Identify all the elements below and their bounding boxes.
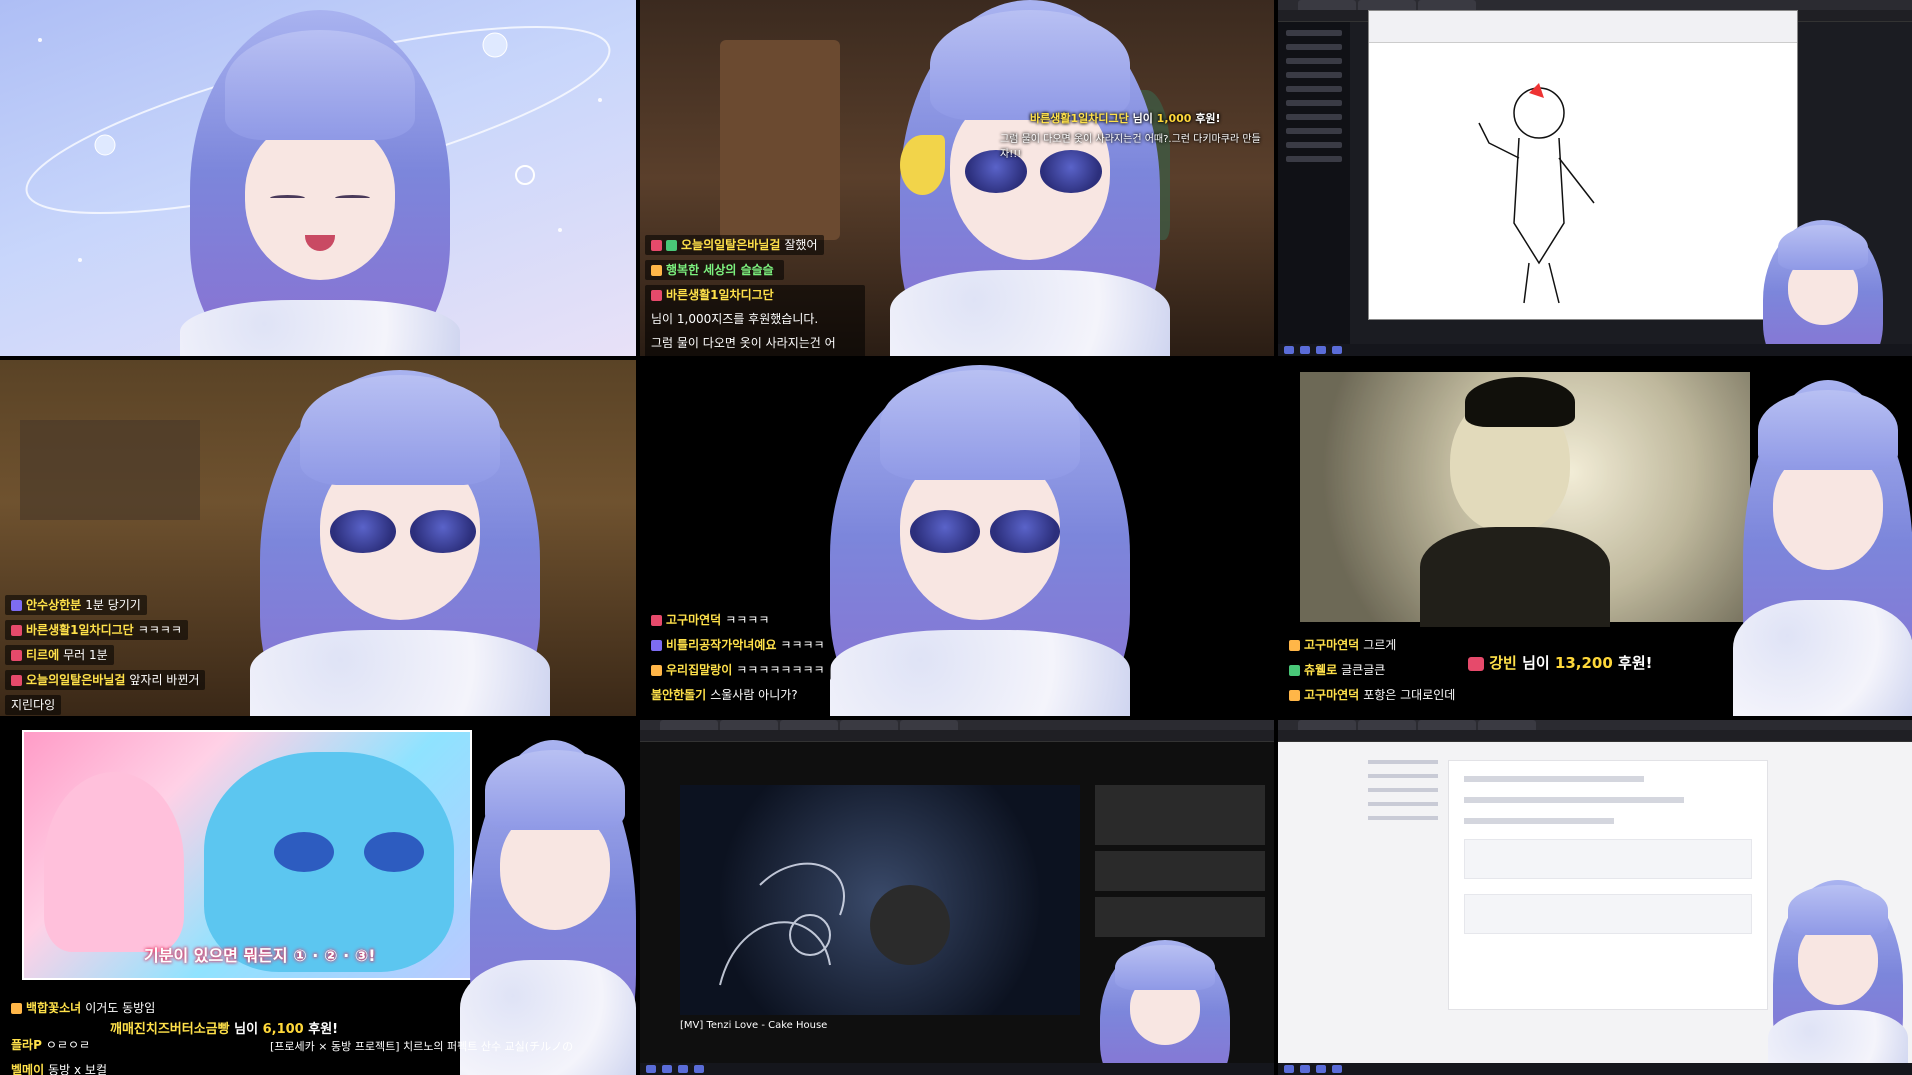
swirl-art [719, 862, 950, 986]
tile-drawing-app [1278, 0, 1912, 356]
taskbar [640, 1063, 1274, 1075]
donor-name: 바른생활1일차디그단 [1030, 112, 1129, 125]
vtuber-avatar [820, 360, 1140, 716]
shelf [20, 420, 200, 520]
tile-tavern-donation: 바른생활1일차디그단 님이 1,000 후원! 그럼 물이 다오면 옷이 사라지… [640, 0, 1274, 356]
donation-amount: 1,000 [1156, 112, 1192, 125]
chat-line: 안수상한분 1분 당기기 [5, 595, 147, 615]
donation-alert: 바른생활1일차디그단 님이 1,000 후원! [1030, 112, 1221, 125]
chat-line: 행복한 세상의 슬슬슬 [645, 260, 784, 280]
taskbar [1278, 1063, 1912, 1075]
tile-anime-video: 기분이 있으면 뭐든지 ① · ② · ③! 백합꽃소녀 이거도 동방임 깨매진치… [0, 720, 636, 1075]
chat-line: 오늘의일탈은바닐걸 앞자리 바뀐거 [5, 670, 206, 690]
donation-amount: 6,100 [262, 1022, 304, 1037]
paint-window [1368, 10, 1798, 320]
vtuber-avatar [460, 740, 636, 1075]
chat-overlay: 고구마연덕 ㅋㅋㅋㅋ 비틀리공작가악녀예요 ㅋㅋㅋㅋ 우리집말랑이 ㅋㅋㅋㅋㅋㅋㅋㅋ … [645, 610, 831, 710]
now-playing-ticker: [프로세카 × 동방 프로젝트] 치르노의 퍼펙트 산수 교실(チルノの [270, 1040, 574, 1053]
chat-line: 바른생활1일차디그단 님이 1,000지즈를 후원했습니다. 그럼 물이 다오면 옷… [645, 285, 865, 356]
donor-name: 깨매진치즈버터소금빵 [110, 1022, 230, 1037]
chat-overlay: 안수상한분 1분 당기기 바른생활1일차디그단 ㅋㅋㅋㅋ 티르에 무러 1분 오늘의일… [5, 595, 206, 716]
tile-black-chat: 고구마연덕 ㅋㅋㅋㅋ 비틀리공작가악녀예요 ㅋㅋㅋㅋ 우리집말랑이 ㅋㅋㅋㅋㅋㅋㅋㅋ … [640, 360, 1274, 716]
donor-name: 강빈 [1489, 654, 1517, 672]
vtuber-avatar [170, 10, 470, 356]
multi-stream-grid: 바른생활1일차디그단 님이 1,000 후원! 그럼 물이 다오면 옷이 사라지… [0, 0, 1912, 1075]
chat-overlay-lower: 플라P ㅇㄹㅇㄹ 벨메이 동방 x 보컬 [5, 1035, 114, 1075]
browser-chrome [640, 720, 1274, 742]
vtuber-avatar [1768, 880, 1908, 1075]
stool [720, 40, 840, 240]
tile-old-photo: 고구마연덕 그르게 츄웰로 글큰글큰 고구마연덕 포항은 그대로인데 강빈 님이 13… [1278, 360, 1912, 716]
donation-message: 그럼 물이 다오면 옷이 사라지는건 어때?.그런 다키마쿠라 만들자!!! [1000, 134, 1261, 160]
chat-line: 플라P ㅇㄹㅇㄹ [5, 1035, 97, 1055]
yellow-beak [900, 135, 945, 195]
chat-line: 불안한돌기 스울사람 아니가? [645, 685, 804, 705]
chat-line: 고구마연덕 ㅋㅋㅋㅋ [645, 610, 776, 630]
video-title: [MV] Tenzi Love - Cake House [680, 1020, 828, 1031]
video-frame: 기분이 있으면 뭐든지 ① · ② · ③! [22, 730, 472, 980]
taskbar [1278, 344, 1912, 356]
chat-line: 비틀리공작가악녀예요 ㅋㅋㅋㅋ [645, 635, 831, 655]
chat-line: 고구마연덕 그르게 [1283, 635, 1403, 655]
vtuber-avatar [250, 360, 550, 716]
donation-amount: 13,200 [1554, 654, 1613, 672]
chat-overlay: 고구마연덕 그르게 츄웰로 글큰글큰 고구마연덕 포항은 그대로인데 [1283, 635, 1462, 710]
tile-web-page [1278, 720, 1912, 1075]
left-nav [1368, 760, 1438, 1040]
browser-chrome [1278, 720, 1912, 742]
content-area [1448, 760, 1768, 1010]
chat-line: 바른생활1일차디그단 ㅋㅋㅋㅋ [5, 620, 188, 640]
chat-line: 우리집말랑이 ㅋㅋㅋㅋㅋㅋㅋㅋ [645, 660, 831, 680]
chat-line: 츄웰로 글큰글큰 [1283, 660, 1392, 680]
donation-alert: 강빈 님이 13,200 후원! [1468, 652, 1653, 673]
sketch [1478, 83, 1595, 304]
app-sidebar [1278, 22, 1350, 344]
chat-line: 티르에 무러 1분 [5, 645, 114, 665]
tile-youtube-page: [MV] Tenzi Love - Cake House [640, 720, 1274, 1075]
vintage-photo [1300, 372, 1750, 627]
chat-line: 고구마연덕 포항은 그대로인데 [1283, 685, 1462, 705]
video-player[interactable] [680, 785, 1080, 1015]
chat-line: 오늘의일탈은바닐걸 잘했어 [645, 235, 824, 255]
vtuber-avatar [1758, 220, 1888, 356]
chat-line: 지린다잉 [5, 695, 62, 715]
tile-laugh-scene [0, 0, 636, 356]
video-caption: 기분이 있으면 뭐든지 ① · ② · ③! [144, 946, 376, 965]
vtuber-avatar [1095, 940, 1235, 1075]
chat-line: 백합꽃소녀 이거도 동방임 [5, 998, 162, 1018]
recommended-list [1095, 785, 1265, 937]
chat-line: 벨메이 동방 x 보컬 [5, 1060, 114, 1075]
tile-tavern-chat: 안수상한분 1분 당기기 바른생활1일차디그단 ㅋㅋㅋㅋ 티르에 무러 1분 오늘의일… [0, 360, 636, 716]
vtuber-avatar [890, 0, 1170, 356]
heart-icon [1468, 656, 1484, 671]
donation-alert: 깨매진치즈버터소금빵 님이 6,100 후원! [110, 1022, 339, 1037]
chat-overlay: 오늘의일탈은바닐걸 잘했어 행복한 세상의 슬슬슬 바른생활1일차디그단 님이 1,… [645, 235, 865, 356]
vtuber-avatar [1733, 380, 1912, 716]
